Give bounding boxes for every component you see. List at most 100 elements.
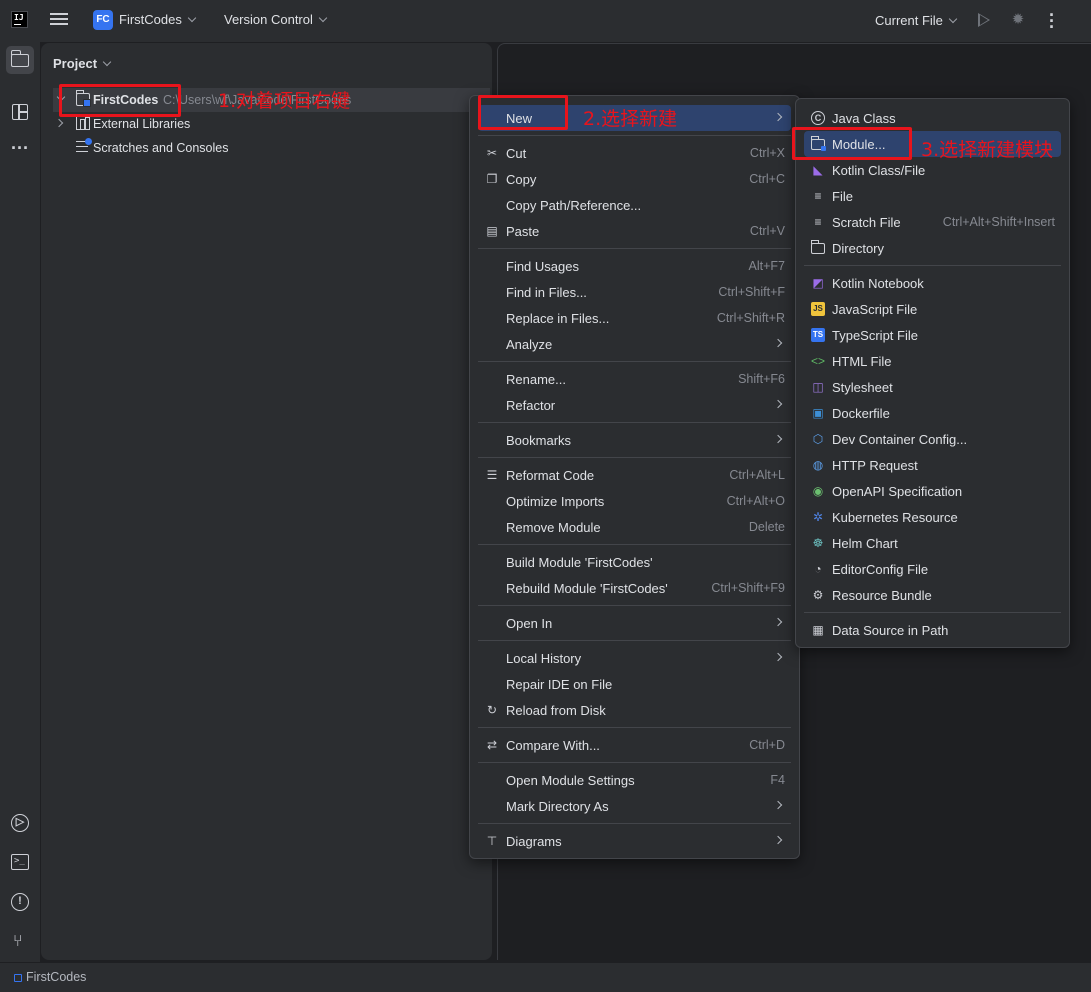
menu-item-rename[interactable]: Rename... Shift+F6: [478, 366, 791, 392]
menu-item-shortcut: Ctrl+Shift+R: [716, 311, 785, 325]
menu-item-diagrams[interactable]: ⊤ Diagrams: [478, 828, 791, 854]
menu-item-label: Local History: [506, 651, 582, 666]
menu-item-label: Replace in Files...: [506, 311, 610, 326]
menu-item-paste[interactable]: ▤ Paste Ctrl+V: [478, 218, 791, 244]
services-tool-button[interactable]: ▷: [6, 809, 34, 837]
menu-item-label: Dockerfile: [832, 406, 890, 421]
stylesheet-icon: ◫: [812, 380, 824, 394]
menu-item-shortcut: F4: [770, 773, 785, 787]
menu-item-label: OpenAPI Specification: [832, 484, 963, 499]
title-bar: IJ FC FirstCodes Version Control Current…: [0, 0, 1091, 42]
menu-item-rebuild-module-firstcodes[interactable]: Rebuild Module 'FirstCodes' Ctrl+Shift+F9: [478, 575, 791, 601]
java-class-icon: C: [811, 111, 825, 125]
menu-item-reformat-code[interactable]: ☰ Reformat Code Ctrl+Alt+L: [478, 462, 791, 488]
tree-row-scratches[interactable]: Scratches and Consoles: [53, 136, 490, 160]
tree-label: Scratches and Consoles: [93, 141, 229, 155]
menu-item-http-request[interactable]: ◍ HTTP Request: [804, 452, 1061, 478]
annotation-box-3: [792, 127, 912, 160]
menu-item-copy-path-reference[interactable]: Copy Path/Reference...: [478, 192, 791, 218]
status-bar: FirstCodes: [0, 962, 1091, 992]
reformat-icon: ☰: [486, 468, 498, 482]
menu-item-label: HTML File: [832, 354, 892, 369]
menu-item-open-in[interactable]: Open In: [478, 610, 791, 636]
menu-separator: [478, 544, 791, 545]
menu-separator: [478, 727, 791, 728]
menu-item-openapi-specification[interactable]: ◉ OpenAPI Specification: [804, 478, 1061, 504]
menu-item-repair-ide-on-file[interactable]: Repair IDE on File: [478, 671, 791, 697]
menu-item-dev-container-config[interactable]: ⬡ Dev Container Config...: [804, 426, 1061, 452]
menu-item-kotlin-notebook[interactable]: ◩ Kotlin Notebook: [804, 270, 1061, 296]
compare-icon: ⇄: [486, 738, 498, 752]
menu-item-label: Helm Chart: [832, 536, 898, 551]
menu-item-cut[interactable]: ✂ Cut Ctrl+X: [478, 140, 791, 166]
menu-item-scratch-file[interactable]: ≡ Scratch File Ctrl+Alt+Shift+Insert: [804, 209, 1061, 235]
project-panel-title[interactable]: Project: [53, 56, 112, 71]
chevron-right-icon: [773, 112, 783, 122]
scratches-icon: [76, 138, 92, 154]
menu-item-dockerfile[interactable]: ▣ Dockerfile: [804, 400, 1061, 426]
chevron-right-icon: [773, 434, 783, 444]
status-breadcrumb[interactable]: FirstCodes: [26, 970, 86, 984]
html-icon: <>: [810, 354, 825, 368]
more-tools-button[interactable]: ···: [6, 136, 34, 164]
menu-item-typescript-file[interactable]: TS TypeScript File: [804, 322, 1061, 348]
menu-item-data-source-in-path[interactable]: ▦ Data Source in Path: [804, 617, 1061, 643]
menu-item-resource-bundle[interactable]: ⚙ Resource Bundle: [804, 582, 1061, 608]
structure-tool-button[interactable]: [6, 98, 34, 126]
menu-item-open-module-settings[interactable]: Open Module Settings F4: [478, 767, 791, 793]
vcs-widget[interactable]: Version Control: [224, 12, 328, 27]
menu-item-mark-directory-as[interactable]: Mark Directory As: [478, 793, 791, 819]
menu-item-helm-chart[interactable]: ☸ Helm Chart: [804, 530, 1061, 556]
git-tool-button[interactable]: ⑂: [6, 928, 34, 956]
menu-separator: [478, 422, 791, 423]
run-icon[interactable]: [978, 13, 990, 27]
menu-item-shortcut: Alt+F7: [748, 259, 785, 273]
chevron-down-icon: [318, 13, 328, 23]
menu-item-html-file[interactable]: <> HTML File: [804, 348, 1061, 374]
main-menu-icon[interactable]: [50, 11, 68, 29]
menu-item-label: Compare With...: [506, 738, 600, 753]
menu-item-label: Build Module 'FirstCodes': [506, 555, 653, 570]
problems-tool-button[interactable]: !: [6, 888, 34, 916]
more-actions-icon[interactable]: · · ·: [1045, 6, 1059, 36]
menu-item-editorconfig-file[interactable]: ◔ EditorConfig File: [804, 556, 1061, 582]
project-context-menu: New ✂ Cut Ctrl+X ❐ Copy Ctrl+C Copy Path/Refere…: [469, 95, 800, 859]
terminal-tool-button[interactable]: >_: [6, 848, 34, 876]
project-panel: Project FirstCodes C:\Users\wf\JavaCode\…: [41, 43, 492, 960]
menu-item-remove-module[interactable]: Remove Module Delete: [478, 514, 791, 540]
menu-item-directory[interactable]: Directory: [804, 235, 1061, 261]
menu-item-optimize-imports[interactable]: Optimize Imports Ctrl+Alt+O: [478, 488, 791, 514]
menu-item-label: EditorConfig File: [832, 562, 929, 577]
menu-item-find-in-files[interactable]: Find in Files... Ctrl+Shift+F: [478, 279, 791, 305]
menu-item-find-usages[interactable]: Find Usages Alt+F7: [478, 253, 791, 279]
file-icon: ≡: [814, 189, 822, 203]
expand-arrow-icon[interactable]: [54, 118, 64, 128]
dev-container-icon: ⬡: [812, 432, 824, 446]
run-config-selector[interactable]: Current File: [875, 13, 958, 28]
menu-separator: [804, 265, 1061, 266]
menu-item-label: File: [832, 189, 853, 204]
menu-item-kubernetes-resource[interactable]: ✲ Kubernetes Resource: [804, 504, 1061, 530]
menu-item-javascript-file[interactable]: JS JavaScript File: [804, 296, 1061, 322]
menu-item-local-history[interactable]: Local History: [478, 645, 791, 671]
debug-icon[interactable]: ✹: [1010, 12, 1026, 28]
menu-item-stylesheet[interactable]: ◫ Stylesheet: [804, 374, 1061, 400]
project-tool-button[interactable]: [6, 46, 34, 74]
menu-item-replace-in-files[interactable]: Replace in Files... Ctrl+Shift+R: [478, 305, 791, 331]
menu-item-bookmarks[interactable]: Bookmarks: [478, 427, 791, 453]
menu-separator: [478, 248, 791, 249]
menu-item-compare-with[interactable]: ⇄ Compare With... Ctrl+D: [478, 732, 791, 758]
paste-icon: ▤: [486, 224, 498, 238]
menu-item-build-module-firstcodes[interactable]: Build Module 'FirstCodes': [478, 549, 791, 575]
menu-item-label: Stylesheet: [832, 380, 893, 395]
intellij-logo-icon[interactable]: IJ: [11, 11, 28, 28]
kotlin-icon: ◣: [813, 163, 823, 177]
menu-item-copy[interactable]: ❐ Copy Ctrl+C: [478, 166, 791, 192]
menu-item-reload-from-disk[interactable]: ↻ Reload from Disk: [478, 697, 791, 723]
menu-item-refactor[interactable]: Refactor: [478, 392, 791, 418]
menu-item-file[interactable]: ≡ File: [804, 183, 1061, 209]
typescript-icon: TS: [811, 328, 825, 342]
menu-item-analyze[interactable]: Analyze: [478, 331, 791, 357]
project-selector[interactable]: FirstCodes: [119, 12, 197, 27]
project-badge[interactable]: FC: [93, 10, 113, 30]
